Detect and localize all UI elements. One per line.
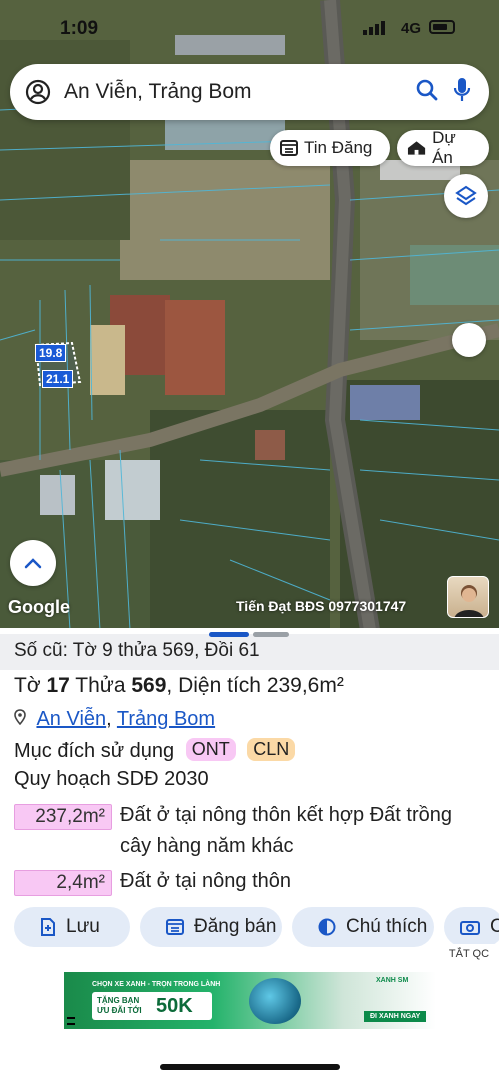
area-value: 239,6m² <box>266 674 344 697</box>
area-desc-line: cây hàng năm khác <box>120 835 294 857</box>
area-description: Đất ở tại nông thôn kết hợp Đất trồng câ… <box>120 800 452 862</box>
legend-button[interactable]: Chú thích <box>292 907 434 947</box>
district-link[interactable]: Trảng Bom <box>117 708 215 730</box>
post-sale-label: Đăng bán <box>194 916 277 937</box>
parcel-number: 569 <box>131 674 167 697</box>
usage-tag-ont[interactable]: ONT <box>185 738 236 761</box>
ad-offer-line: TẶNG BẠN <box>97 996 140 1005</box>
close-ad-button[interactable]: TẮT QC <box>441 944 497 964</box>
battery-icon <box>429 20 455 34</box>
ad-banner[interactable]: CHỌN XE XANH - TRỌN TRONG LÀNH TẶNG BẠN … <box>64 972 436 1029</box>
parcel-summary: Tờ 17 Thửa 569, Diện tích 239,6m² <box>14 674 344 698</box>
search-bar[interactable]: An Viễn, Trảng Bom <box>10 64 489 120</box>
home-indicator[interactable] <box>160 1064 340 1070</box>
tin-dang-chip[interactable]: Tin Đăng <box>270 130 390 166</box>
usage-tag-cln[interactable]: CLN <box>247 738 296 761</box>
layers-icon <box>455 185 477 206</box>
location-row: An Viễn, Trảng Bom <box>14 708 215 731</box>
agent-watermark: Tiến Đạt BĐS 0977301747 <box>236 598 407 614</box>
old-parcel-info: Số cũ: Tờ 9 thửa 569, Đồi 61 <box>0 634 499 670</box>
plot-width-label: 19.8 <box>35 344 67 362</box>
capture-button[interactable]: C <box>444 907 499 947</box>
chevron-up-icon <box>24 558 42 569</box>
tin-dang-label: Tin Đăng <box>304 138 373 157</box>
microphone-icon[interactable] <box>453 77 471 108</box>
sheet-handle[interactable] <box>209 632 289 637</box>
signal-icon <box>363 21 385 35</box>
usage-label: Mục đích sử dụng <box>14 740 175 762</box>
area-amount: 2,4m² <box>14 870 112 896</box>
account-icon[interactable] <box>24 78 52 106</box>
building-icon <box>407 141 426 155</box>
parcel-label: Thửa <box>75 674 126 697</box>
ad-offer-line: ƯU ĐÃI TỚI <box>97 1006 142 1015</box>
map-view[interactable]: 1:09 4G An Viễn, Trảng Bom Tin Đăng Dự Á… <box>0 0 499 630</box>
status-time: 1:09 <box>60 18 99 39</box>
sheet-label: Tờ <box>14 674 41 697</box>
du-an-label: Dự Án <box>432 128 456 167</box>
layers-button[interactable] <box>444 174 488 218</box>
compass-button[interactable] <box>452 323 486 357</box>
location-pin-icon <box>14 709 26 726</box>
ad-headline: CHỌN XE XANH - TRỌN TRONG LÀNH <box>92 981 221 988</box>
globe-image <box>249 978 301 1024</box>
google-logo: Google <box>8 597 70 617</box>
du-an-chip[interactable]: Dự Án <box>397 128 489 167</box>
area-amount: 237,2m² <box>14 804 112 830</box>
add-file-icon <box>41 918 55 936</box>
listing-icon <box>280 140 298 156</box>
ad-offer-amount: 50K <box>156 995 193 1017</box>
camera-icon <box>460 921 480 935</box>
expand-sheet-button[interactable] <box>10 540 56 586</box>
planning-label[interactable]: Quy hoạch SDĐ 2030 <box>14 768 209 791</box>
capture-label: C <box>490 916 499 937</box>
network-type: 4G <box>400 20 421 37</box>
commune-link[interactable]: An Viễn <box>36 708 106 730</box>
area-desc-line: Đất ở tại nông thôn kết hợp Đất trồng <box>120 804 452 826</box>
area-description: Đất ở tại nông thôn <box>120 870 292 892</box>
ad-info-icon[interactable] <box>67 1017 75 1025</box>
ad-cta[interactable]: ĐI XANH NGAY <box>364 1011 427 1022</box>
plot-length-label: 21.1 <box>42 370 74 388</box>
search-input[interactable]: An Viễn, Trảng Bom <box>52 80 415 104</box>
action-bar: Lưu Đăng bán Chú thích C <box>14 907 499 947</box>
location-separator: , <box>106 708 112 730</box>
ad-brand: XANH SM <box>376 977 409 984</box>
contrast-icon <box>318 918 336 936</box>
sheet-number: 17 <box>46 674 70 697</box>
agent-avatar[interactable] <box>447 576 489 618</box>
area-item: 237,2m² Đất ở tại nông thôn kết hợp Đất … <box>14 804 452 862</box>
save-button[interactable]: Lưu <box>14 907 130 947</box>
area-label: , Diện tích <box>166 674 261 697</box>
save-label: Lưu <box>66 916 100 937</box>
usage-row: Mục đích sử dụng ONT CLN <box>14 738 296 763</box>
area-item: 2,4m² Đất ở tại nông thôn <box>14 870 291 897</box>
status-bar: 1:09 4G <box>0 0 499 50</box>
post-sale-button[interactable]: Đăng bán <box>140 907 282 947</box>
calendar-icon <box>166 919 184 935</box>
ad-offer-box: TẶNG BẠN ƯU ĐÃI TỚI 50K <box>92 992 212 1020</box>
legend-label: Chú thích <box>346 916 428 937</box>
search-icon[interactable] <box>415 78 439 107</box>
